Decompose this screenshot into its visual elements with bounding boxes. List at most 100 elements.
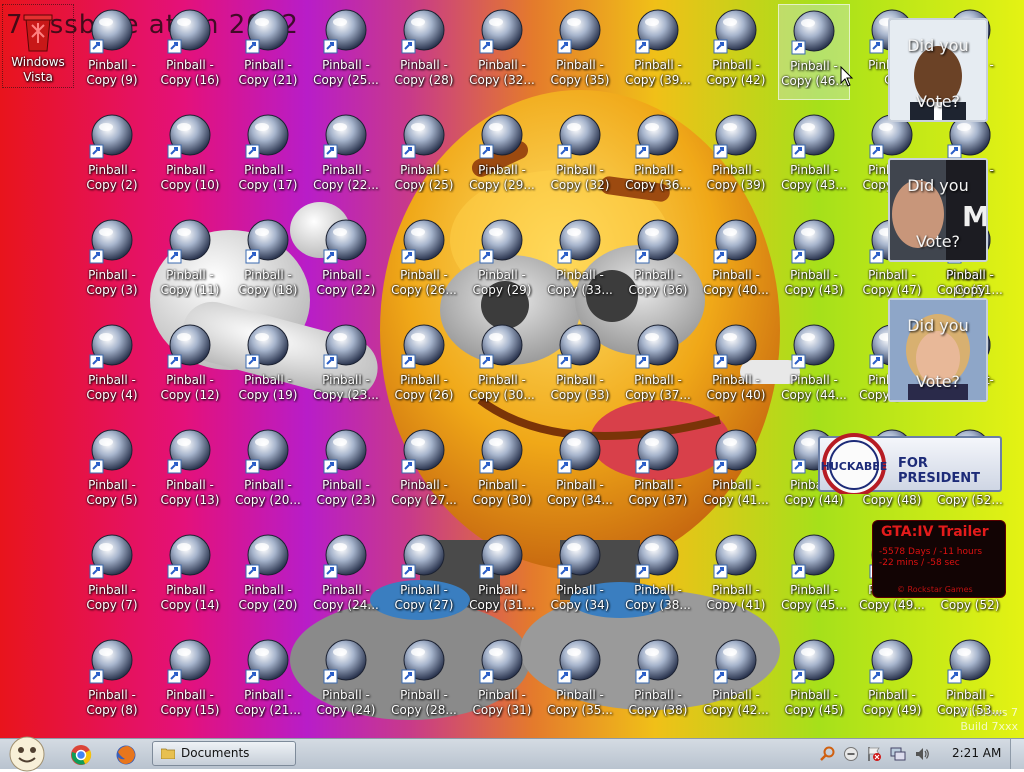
desktop-icon-pinball-shortcut[interactable]: Pinball - Copy (7) — [76, 529, 148, 625]
pinball-icon — [635, 639, 679, 684]
desktop-icon-pinball-shortcut[interactable]: Pinball - Copy (34) — [544, 529, 616, 625]
desktop-icon-pinball-shortcut[interactable]: Pinball - Copy (33... — [544, 214, 616, 310]
desktop-icon-pinball-shortcut[interactable]: Pinball - Copy (24... — [310, 529, 382, 625]
desktop-icon-pinball-shortcut[interactable]: Pinball - Copy (44... — [778, 319, 850, 415]
vote-gadget-clinton[interactable]: Did you Vote? — [888, 298, 988, 402]
desktop-icon-pinball-shortcut[interactable]: Pinball - Copy (37... — [622, 319, 694, 415]
desktop-icon-pinball-shortcut[interactable]: Pinball - Copy (29... — [466, 109, 538, 205]
pinball-icon — [635, 429, 679, 474]
desktop-icon-pinball-shortcut[interactable]: Pinball - Copy (26) — [388, 319, 460, 415]
system-clock[interactable]: 2:21 AM — [952, 746, 1001, 760]
desktop-icon-pinball-shortcut[interactable]: Pinball - Copy (12) — [154, 319, 226, 415]
desktop-icon-pinball-shortcut[interactable]: Pinball - Copy (40... — [700, 214, 772, 310]
icon-label: Pinball - Copy (39) — [706, 163, 766, 192]
desktop-icon-pinball-shortcut[interactable]: Pinball - Copy (30) — [466, 424, 538, 520]
desktop-icon-pinball-shortcut[interactable]: Pinball - Copy (38... — [622, 529, 694, 625]
network-icon[interactable] — [890, 746, 906, 762]
desktop-icon-pinball-shortcut[interactable]: Pinball - Copy (40) — [700, 319, 772, 415]
desktop-icon-pinball-shortcut[interactable]: Pinball - Copy (36) — [622, 214, 694, 310]
desktop-icon-pinball-shortcut[interactable]: Pinball - Copy (33) — [544, 319, 616, 415]
pinball-icon — [323, 639, 367, 684]
icon-label: Windows Vista — [11, 55, 65, 84]
desktop-icon-pinball-shortcut[interactable]: Pinball - Copy (30... — [466, 319, 538, 415]
gta-countdown-gadget[interactable]: GTA:IV Trailer -5578 Days / -11 hours -2… — [872, 520, 1006, 598]
icon-label: Pinball - Copy (17) — [238, 163, 298, 192]
desktop-icon-pinball-shortcut[interactable]: Pinball - Copy (18) — [232, 214, 304, 310]
desktop-icon-pinball-shortcut[interactable]: Pinball - Copy (14) — [154, 529, 226, 625]
desktop-icon-pinball-shortcut[interactable]: Pinball - Copy (38) — [622, 634, 694, 730]
desktop-icon-pinball-shortcut[interactable]: Pinball - Copy (35... — [544, 634, 616, 730]
action-center-flag-icon[interactable] — [866, 746, 882, 762]
desktop-icon-pinball-shortcut[interactable]: Pinball - Copy (31... — [466, 529, 538, 625]
desktop-icon-pinball-shortcut[interactable]: Pinball - Copy (45) — [778, 634, 850, 730]
chrome-icon[interactable] — [70, 744, 92, 766]
desktop-icon-pinball-shortcut[interactable]: Pinball - Copy (29) — [466, 214, 538, 310]
vote-question-line-2: Vote? — [915, 92, 961, 111]
desktop-icon-pinball-shortcut[interactable]: Pinball - Copy (25) — [388, 109, 460, 205]
search-icon[interactable] — [820, 746, 836, 762]
desktop-icon-pinball-shortcut[interactable]: Pinball - Copy (41... — [700, 424, 772, 520]
desktop-icon-pinball-shortcut[interactable]: Pinball - Copy (15) — [154, 634, 226, 730]
desktop-icon-pinball-shortcut[interactable]: Pinball - Copy (32) — [544, 109, 616, 205]
desktop-icon-pinball-shortcut[interactable]: Pinball - Copy (32... — [466, 4, 538, 100]
desktop-icon-pinball-shortcut[interactable]: Pinball - Copy (23... — [310, 319, 382, 415]
huckabee-gadget[interactable]: HUCKABEE FOR PRESIDENT — [818, 433, 1002, 494]
icon-label: Pinball - Copy (20) — [238, 583, 298, 612]
desktop-icon-pinball-shortcut[interactable]: Pinball - Copy (22) — [310, 214, 382, 310]
desktop-icon-pinball-shortcut[interactable]: Pinball - Copy (45... — [778, 529, 850, 625]
firefox-icon[interactable] — [115, 744, 137, 766]
desktop-icon-pinball-shortcut[interactable]: Pinball - Copy (21) — [232, 4, 304, 100]
desktop-icon-pinball-shortcut[interactable]: Pinball - Copy (39) — [700, 109, 772, 205]
desktop-icon-pinball-shortcut[interactable]: Pinball - Copy (5) — [76, 424, 148, 520]
desktop-icon-pinball-shortcut[interactable]: Pinball - Copy (35) — [544, 4, 616, 100]
desktop-icon-pinball-shortcut[interactable]: Pinball - Copy (49) — [856, 634, 928, 730]
vote-gadget-obama[interactable]: Did you Vote? — [888, 18, 988, 122]
desktop-icon-pinball-shortcut[interactable]: Pinball - Copy (34... — [544, 424, 616, 520]
desktop-icon-pinball-shortcut[interactable]: Pinball - Copy (43... — [778, 109, 850, 205]
start-orb-icon[interactable] — [8, 736, 46, 772]
desktop-icon-pinball-shortcut[interactable]: Pinball - Copy (27... — [388, 424, 460, 520]
icon-label: Pinball - Copy (16) — [160, 58, 220, 87]
desktop-icon-pinball-shortcut[interactable]: Pinball - Copy (31) — [466, 634, 538, 730]
desktop-icon-pinball-shortcut[interactable]: Pinball - Copy (25... — [310, 4, 382, 100]
desktop-icon-pinball-shortcut[interactable]: Pinball - Copy (2) — [76, 109, 148, 205]
desktop-icon-pinball-shortcut[interactable]: Pinball - Copy (23) — [310, 424, 382, 520]
desktop-icon-pinball-shortcut[interactable]: Pinball - Copy (42... — [700, 634, 772, 730]
desktop-icon-pinball-shortcut[interactable]: Pinball - Copy (16) — [154, 4, 226, 100]
desktop-icon-pinball-shortcut[interactable]: Pinball - Copy (53... — [934, 634, 1006, 730]
desktop-icon-pinball-shortcut[interactable]: Pinball - Copy (11) — [154, 214, 226, 310]
messenger-icon[interactable] — [843, 746, 859, 762]
pinball-icon — [713, 9, 757, 54]
desktop-icon-pinball-shortcut[interactable]: Pinball - Copy (9) — [76, 4, 148, 100]
desktop-icon-pinball-shortcut[interactable]: Pinball - Copy (42) — [700, 4, 772, 100]
desktop-icon-pinball-shortcut[interactable]: Pinball - Copy (39... — [622, 4, 694, 100]
desktop-icon-pinball-shortcut[interactable]: Pinball - Copy (24) — [310, 634, 382, 730]
desktop-icon-pinball-shortcut[interactable]: Pinball - Copy (3) — [76, 214, 148, 310]
desktop-icon-pinball-shortcut[interactable]: Pinball - Copy (26... — [388, 214, 460, 310]
desktop-icon-pinball-shortcut[interactable]: Pinball - Copy (27) — [388, 529, 460, 625]
desktop-icon-pinball-shortcut[interactable]: Pinball - Copy (19) — [232, 319, 304, 415]
desktop-icon-pinball-shortcut[interactable]: Pinball - Copy (43) — [778, 214, 850, 310]
desktop-icon-pinball-shortcut[interactable]: Pinball - Copy (4) — [76, 319, 148, 415]
taskbar-button-documents[interactable]: Documents — [152, 741, 296, 766]
desktop-icon-pinball-shortcut[interactable]: Pinball - Copy (10) — [154, 109, 226, 205]
desktop-icon-pinball-shortcut[interactable]: Pinball - Copy (28) — [388, 4, 460, 100]
volume-icon[interactable] — [914, 746, 930, 762]
desktop-icon-pinball-shortcut[interactable]: Pinball - Copy (28... — [388, 634, 460, 730]
huckabee-logo-badge: HUCKABEE — [821, 433, 887, 494]
desktop-icon-pinball-shortcut[interactable]: Pinball - Copy (41) — [700, 529, 772, 625]
desktop-icon-pinball-shortcut[interactable]: Pinball - Copy (17) — [232, 109, 304, 205]
desktop-icon-windows-vista[interactable]: Windows Vista — [2, 4, 74, 88]
desktop-icon-pinball-shortcut[interactable]: Pinball - Copy (20) — [232, 529, 304, 625]
desktop-icon-pinball-shortcut[interactable]: Pinball - Copy (8) — [76, 634, 148, 730]
vote-gadget-bush[interactable]: M Did you Vote? — [888, 158, 988, 262]
desktop-icon-pinball-shortcut[interactable]: Pinball - Copy (37) — [622, 424, 694, 520]
show-desktop-button[interactable] — [1010, 739, 1024, 769]
desktop-icon-pinball-shortcut[interactable]: Pinball - Copy (21... — [232, 634, 304, 730]
desktop-icon-pinball-shortcut[interactable]: Pinball - Copy (13) — [154, 424, 226, 520]
desktop[interactable]: 7 ossb ae ation 2012 Windows 7 Build 7xx… — [0, 0, 1024, 738]
icon-label: Pinball - Copy (12) — [160, 373, 220, 402]
desktop-icon-pinball-shortcut[interactable]: Pinball - Copy (22... — [310, 109, 382, 205]
desktop-icon-pinball-shortcut[interactable]: Pinball - Copy (36... — [622, 109, 694, 205]
desktop-icon-pinball-shortcut[interactable]: Pinball - Copy (20... — [232, 424, 304, 520]
